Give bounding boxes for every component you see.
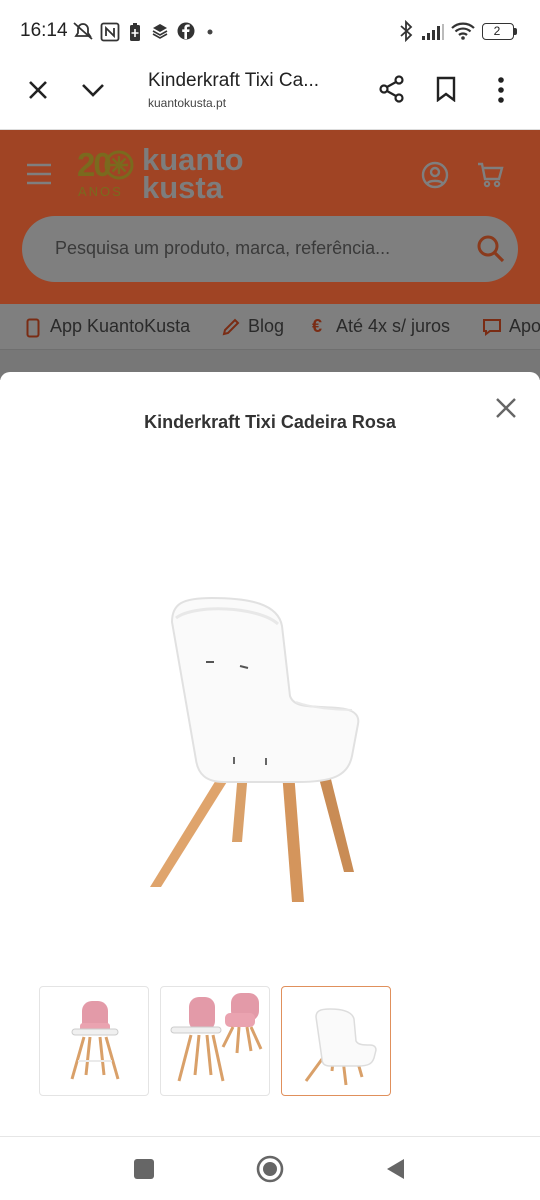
- hamburger-menu-icon[interactable]: [26, 163, 52, 185]
- page-title[interactable]: Kinderkraft Tixi Ca...: [148, 70, 319, 92]
- quick-link-blog[interactable]: Blog: [248, 316, 284, 337]
- search-icon[interactable]: [476, 234, 506, 264]
- bookmark-icon[interactable]: [435, 76, 457, 102]
- user-icon[interactable]: [421, 161, 449, 189]
- chevron-down-icon[interactable]: [80, 80, 106, 100]
- product-main-image: [150, 596, 360, 902]
- browser-bar: Kinderkraft Tixi Ca... kuantokusta.pt: [0, 62, 540, 130]
- battery-level: 2: [493, 24, 501, 38]
- logo-line-2: kusta: [142, 170, 223, 205]
- page-domain[interactable]: kuantokusta.pt: [148, 96, 226, 110]
- logo-anos: ANOS: [78, 184, 123, 199]
- thumbnail-high-chair-pink-front[interactable]: [39, 986, 149, 1096]
- quick-links-bar: App KuantoKusta Blog € Até 4x s/ juros A…: [0, 304, 540, 350]
- close-icon[interactable]: [26, 78, 50, 102]
- dot-icon: [207, 29, 213, 35]
- thumbnail-image: [304, 1008, 377, 1086]
- share-icon[interactable]: [378, 75, 406, 103]
- close-modal-icon[interactable]: [492, 394, 520, 422]
- status-bar: 16:14 2: [0, 0, 540, 62]
- more-icon[interactable]: [496, 76, 506, 104]
- battery-icon: 2: [482, 23, 514, 40]
- chat-icon: [483, 319, 501, 336]
- thumbnail-image: [170, 993, 263, 1082]
- thumbnail-chair-white-back[interactable]: [281, 986, 391, 1096]
- layers-icon: [152, 24, 168, 39]
- signal-icon: [422, 24, 444, 40]
- battery-saver-icon: [130, 23, 140, 41]
- quick-link-support[interactable]: Apo: [509, 316, 540, 337]
- modal-title: Kinderkraft Tixi Cadeira Rosa: [144, 412, 396, 432]
- logo-star-icon: [104, 150, 134, 180]
- thumbnail-image: [70, 1001, 120, 1080]
- back-icon[interactable]: [384, 1157, 406, 1181]
- battery-tip: [514, 28, 517, 35]
- search-placeholder: Pesquisa um produto, marca, referência..…: [55, 238, 391, 258]
- search-input[interactable]: Pesquisa um produto, marca, referência..…: [22, 216, 518, 282]
- phone-icon: [26, 318, 40, 338]
- euro-icon: €: [312, 316, 323, 336]
- nfc-icon: [100, 22, 120, 42]
- quick-link-app[interactable]: App KuantoKusta: [50, 316, 190, 337]
- no-alarm-icon: [73, 22, 93, 40]
- system-nav-bar: [0, 1136, 540, 1200]
- site-header: 20 ANOS kuanto kusta Pesquisa um produto…: [0, 130, 540, 304]
- pencil-icon: [222, 318, 240, 336]
- wifi-icon: [451, 22, 475, 40]
- thumbnail-high-chair-pink-two-views[interactable]: [160, 986, 270, 1096]
- facebook-icon: [177, 22, 195, 40]
- image-gallery-modal: Kinderkraft Tixi Cadeira Rosa: [0, 372, 540, 1136]
- cart-icon[interactable]: [476, 161, 504, 189]
- home-icon[interactable]: [256, 1155, 284, 1183]
- logo-wordmark: kuanto kusta: [142, 144, 244, 205]
- quick-link-installments[interactable]: Até 4x s/ juros: [336, 316, 450, 337]
- status-time: 16:14: [20, 20, 68, 41]
- recents-icon[interactable]: [134, 1159, 154, 1179]
- bluetooth-icon: [400, 20, 413, 42]
